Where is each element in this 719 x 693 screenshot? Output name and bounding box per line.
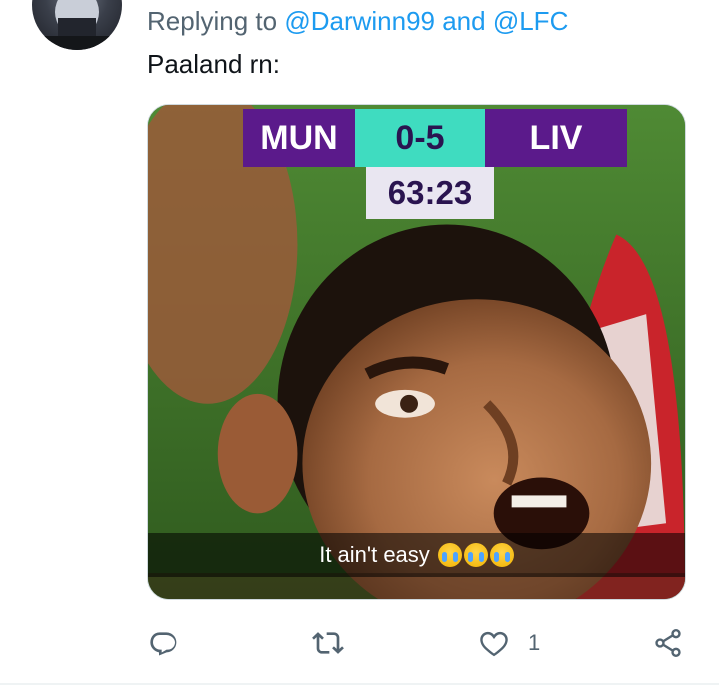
avatar[interactable] <box>32 0 122 50</box>
tweet-media-image[interactable]: MUN 0-5 LIV 63:23 It ain't easy <box>147 104 686 600</box>
retweet-icon <box>312 632 344 654</box>
avatar-image <box>42 0 112 50</box>
share-button[interactable] <box>652 626 684 660</box>
like-button[interactable]: 1 <box>478 626 540 660</box>
replying-to-line: Replying to @Darwinn99 and @LFC <box>147 5 568 37</box>
mention-link-darwinn99[interactable]: @Darwinn99 <box>284 6 435 36</box>
crying-emoji-group <box>436 543 514 567</box>
tweet-action-bar: 1 <box>147 620 692 666</box>
mention-link-lfc[interactable]: @LFC <box>493 6 569 36</box>
scoreboard-score: 0-5 <box>355 109 485 167</box>
loudly-crying-face-icon <box>463 543 488 567</box>
reply-icon <box>150 632 177 656</box>
scoreboard: MUN 0-5 LIV <box>243 109 627 167</box>
like-count: 1 <box>528 630 541 655</box>
scoreboard-home-team: MUN <box>243 109 355 167</box>
loudly-crying-face-icon <box>489 543 514 567</box>
tweet-text: Paaland rn: <box>147 49 280 79</box>
share-icon <box>655 629 681 657</box>
retweet-button[interactable] <box>312 626 344 660</box>
tweet-page: Replying to @Darwinn99 and @LFC Paaland … <box>0 0 719 693</box>
reply-button[interactable] <box>147 626 179 660</box>
scoreboard-clock: 63:23 <box>366 167 494 219</box>
scoreboard-away-team: LIV <box>485 109 627 167</box>
replying-to-label: Replying to <box>147 6 285 36</box>
tweet-divider <box>0 683 719 685</box>
mention-join: and <box>435 6 493 36</box>
snap-caption-bar: It ain't easy <box>148 533 685 577</box>
heart-icon <box>480 631 508 657</box>
loudly-crying-face-icon <box>437 543 462 567</box>
snap-caption-text: It ain't easy <box>319 542 430 567</box>
